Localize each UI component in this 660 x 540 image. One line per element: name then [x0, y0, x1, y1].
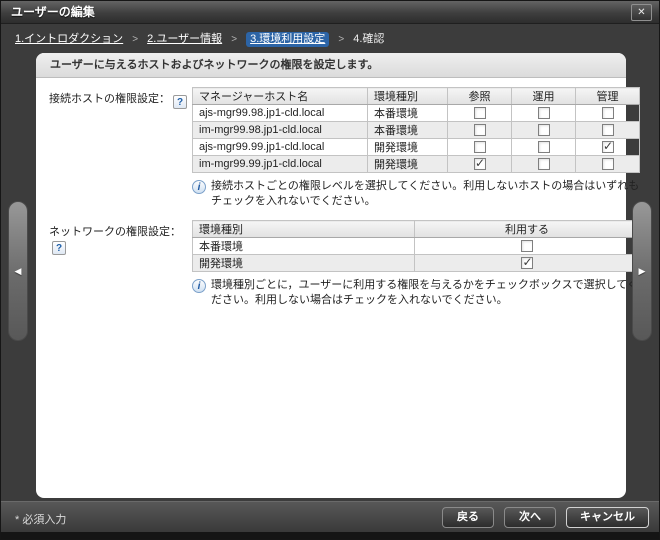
view-checkbox[interactable] [474, 141, 486, 153]
info-icon: i [192, 180, 206, 194]
env-type-cell: 開発環境 [368, 156, 448, 173]
panel-description: ユーザーに与えるホストおよびネットワークの権限を設定します。 [36, 53, 626, 78]
required-note: * 必須入力 [15, 511, 66, 527]
column-header-operate: 運用 [512, 88, 576, 105]
column-header-env: 環境種別 [193, 221, 415, 238]
next-button[interactable]: 次へ [504, 507, 556, 528]
panel-body: 接続ホストの権限設定：? マネージャーホスト名 環境種別 参照 運用 管理 [36, 78, 626, 328]
table-header-row: マネージャーホスト名 環境種別 参照 運用 管理 [193, 88, 640, 105]
column-header-manage: 管理 [576, 88, 640, 105]
network-info-note: i 環境種別ごとに，ユーザーに利用する権限を与えるかをチェックボックスで選択して… [192, 278, 644, 308]
operate-checkbox[interactable] [538, 158, 550, 170]
close-icon: ✕ [637, 7, 645, 18]
footer-buttons: 戻る 次へ キャンセル [442, 507, 649, 528]
view-checkbox[interactable] [474, 107, 486, 119]
manage-checkbox[interactable] [602, 141, 614, 153]
use-checkbox[interactable] [521, 257, 533, 269]
host-name-cell: im-mgr99.99.jp1-cld.local [193, 156, 368, 173]
breadcrumb-separator: > [338, 34, 344, 45]
breadcrumb: 1.イントロダクション > 2.ユーザー情報 > 3.環境利用設定 > 4.確認 [15, 30, 651, 45]
column-header-env: 環境種別 [368, 88, 448, 105]
close-button[interactable]: ✕ [631, 4, 652, 21]
info-icon: i [192, 279, 206, 293]
column-header-use: 利用する [415, 221, 640, 238]
cancel-button[interactable]: キャンセル [566, 507, 649, 528]
network-permission-label: ネットワークの権限設定： [49, 226, 181, 238]
env-type-cell: 本番環境 [368, 122, 448, 139]
network-permission-label-wrap: ネットワークの権限設定：? [49, 220, 192, 319]
operate-checkbox[interactable] [538, 141, 550, 153]
env-type-cell: 本番環境 [193, 238, 415, 255]
breadcrumb-separator: > [231, 34, 237, 45]
footer-bar: * 必須入力 戻る 次へ キャンセル [1, 501, 659, 532]
breadcrumb-step-confirm: 4.確認 [353, 33, 384, 45]
breadcrumb-step-environment-current[interactable]: 3.環境利用設定 [246, 32, 329, 47]
view-checkbox[interactable] [474, 158, 486, 170]
env-type-cell: 開発環境 [193, 255, 415, 272]
help-icon[interactable]: ? [52, 241, 66, 255]
table-row: ajs-mgr99.98.jp1-cld.local 本番環境 [193, 105, 640, 122]
table-row: 開発環境 [193, 255, 640, 272]
table-header-row: 環境種別 利用する [193, 221, 640, 238]
content-panel: ユーザーに与えるホストおよびネットワークの権限を設定します。 接続ホストの権限設… [36, 53, 626, 498]
back-button[interactable]: 戻る [442, 507, 494, 528]
host-name-cell: ajs-mgr99.98.jp1-cld.local [193, 105, 368, 122]
next-page-button[interactable]: ▶ [632, 201, 652, 341]
host-permission-table: マネージャーホスト名 環境種別 参照 運用 管理 ajs-mgr99.98.jp… [192, 87, 640, 173]
view-checkbox[interactable] [474, 124, 486, 136]
edit-user-dialog: ユーザーの編集 ✕ 1.イントロダクション > 2.ユーザー情報 > 3.環境利… [0, 0, 660, 540]
table-row: 本番環境 [193, 238, 640, 255]
left-arrow-icon: ◀ [15, 266, 22, 277]
host-permission-label-wrap: 接続ホストの権限設定：? [49, 87, 192, 220]
env-type-cell: 開発環境 [368, 139, 448, 156]
host-info-text: 接続ホストごとの権限レベルを選択してください。利用しないホストの場合はいずれもチ… [211, 179, 644, 209]
host-permission-label: 接続ホストの権限設定： [49, 93, 170, 105]
network-permission-section: ネットワークの権限設定：? 環境種別 利用する 本番 [49, 220, 613, 319]
dialog-title: ユーザーの編集 [1, 1, 659, 23]
breadcrumb-separator: > [132, 34, 138, 45]
column-header-host: マネージャーホスト名 [193, 88, 368, 105]
help-icon[interactable]: ? [173, 95, 187, 109]
right-arrow-icon: ▶ [639, 266, 646, 277]
host-permission-section: 接続ホストの権限設定：? マネージャーホスト名 環境種別 参照 運用 管理 [49, 87, 613, 220]
network-info-text: 環境種別ごとに，ユーザーに利用する権限を与えるかをチェックボックスで選択してくだ… [211, 278, 644, 308]
table-row: im-mgr99.99.jp1-cld.local 開発環境 [193, 156, 640, 173]
breadcrumb-step-user-info[interactable]: 2.ユーザー情報 [147, 33, 222, 45]
operate-checkbox[interactable] [538, 107, 550, 119]
operate-checkbox[interactable] [538, 124, 550, 136]
network-permission-content: 環境種別 利用する 本番環境 開発環境 [192, 220, 644, 319]
dialog-bottom-edge [1, 532, 659, 539]
manage-checkbox[interactable] [602, 124, 614, 136]
column-header-view: 参照 [448, 88, 512, 105]
network-permission-table: 環境種別 利用する 本番環境 開発環境 [192, 220, 640, 272]
table-row: ajs-mgr99.99.jp1-cld.local 開発環境 [193, 139, 640, 156]
host-name-cell: ajs-mgr99.99.jp1-cld.local [193, 139, 368, 156]
use-checkbox[interactable] [521, 240, 533, 252]
manage-checkbox[interactable] [602, 107, 614, 119]
breadcrumb-step-introduction[interactable]: 1.イントロダクション [15, 33, 123, 45]
table-row: im-mgr99.98.jp1-cld.local 本番環境 [193, 122, 640, 139]
host-name-cell: im-mgr99.98.jp1-cld.local [193, 122, 368, 139]
manage-checkbox[interactable] [602, 158, 614, 170]
env-type-cell: 本番環境 [368, 105, 448, 122]
title-bar: ユーザーの編集 ✕ [1, 1, 659, 24]
host-info-note: i 接続ホストごとの権限レベルを選択してください。利用しないホストの場合はいずれ… [192, 179, 644, 209]
previous-page-button[interactable]: ◀ [8, 201, 28, 341]
host-permission-content: マネージャーホスト名 環境種別 参照 運用 管理 ajs-mgr99.98.jp… [192, 87, 644, 220]
